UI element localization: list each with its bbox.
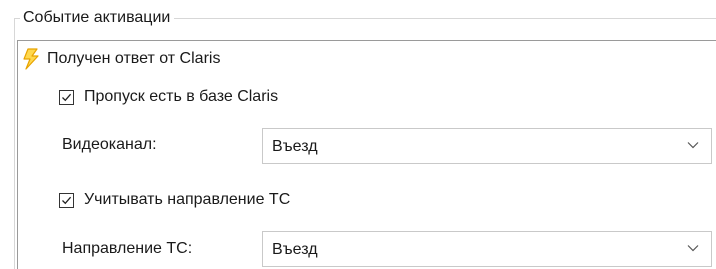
- groupbox-title: Событие активации: [20, 7, 175, 29]
- event-label: Получен ответ от Claris: [47, 50, 221, 67]
- consider-direction-label: Учитывать направление ТС: [84, 191, 291, 208]
- vehicle-direction-value: Въезд: [272, 241, 318, 258]
- activation-event-page: Событие активации Получен ответ от Clari…: [0, 0, 716, 269]
- consider-direction-checkbox[interactable]: [59, 192, 74, 208]
- vehicle-direction-label: Направление ТС:: [62, 240, 193, 257]
- checkmark-icon: [62, 196, 72, 204]
- consider-direction-checkbox-row[interactable]: Учитывать направление ТС: [59, 189, 290, 211]
- checkmark-icon: [62, 93, 72, 101]
- chevron-down-icon[interactable]: [687, 244, 699, 252]
- pass-in-db-label: Пропуск есть в базе Claris: [84, 88, 279, 105]
- vehicle-direction-select[interactable]: Въезд: [262, 231, 712, 267]
- lightning-bolt-icon: [23, 48, 39, 70]
- pass-in-db-checkbox-row[interactable]: Пропуск есть в базе Claris: [59, 86, 278, 108]
- chevron-down-icon[interactable]: [687, 141, 699, 149]
- event-row[interactable]: Получен ответ от Claris: [22, 47, 220, 71]
- video-channel-value: Въезд: [272, 138, 318, 155]
- pass-in-db-checkbox[interactable]: [59, 89, 74, 105]
- video-channel-label: Видеоканал:: [62, 136, 157, 153]
- video-channel-select[interactable]: Въезд: [262, 128, 712, 164]
